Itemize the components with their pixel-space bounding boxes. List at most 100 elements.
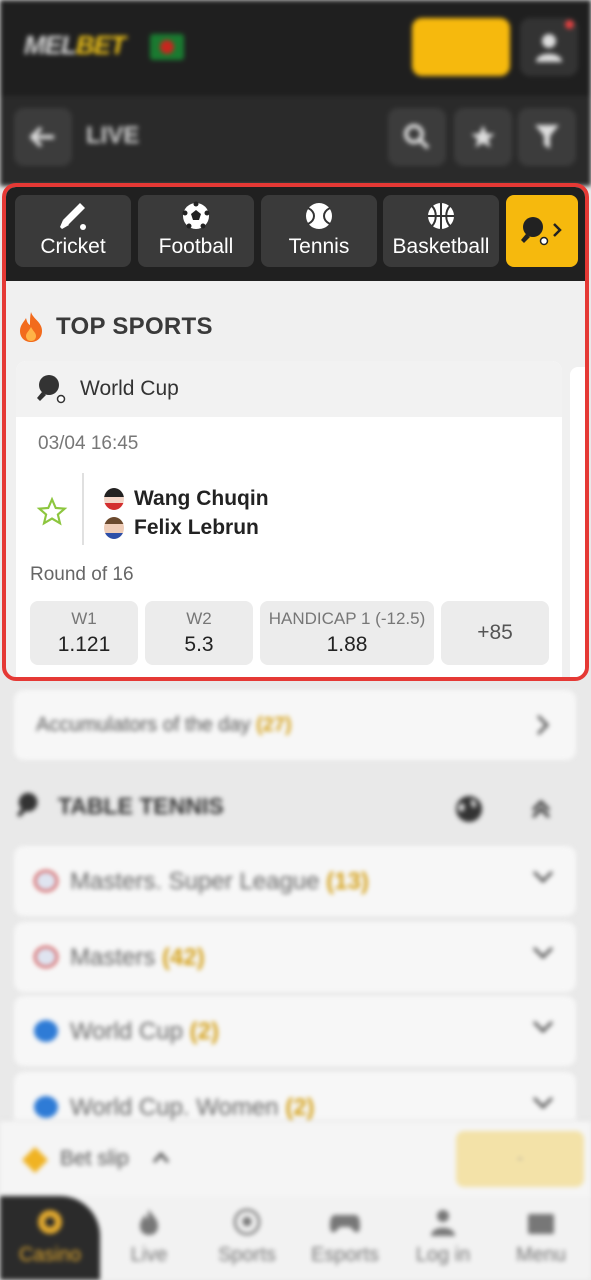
back-button[interactable] <box>14 108 72 166</box>
filter-icon <box>535 125 559 149</box>
nav-casino[interactable]: Casino <box>0 1196 100 1280</box>
nav-label: Menu <box>515 1244 567 1266</box>
bet-slip-label: Bet slip <box>60 1147 129 1170</box>
odd-label: W1 <box>71 609 97 628</box>
chevron-down-icon <box>532 946 554 960</box>
tennis-icon <box>306 203 332 229</box>
top-sports-header: TOP SPORTS <box>18 311 213 343</box>
ticket-icon <box>22 1147 48 1173</box>
next-card-peek[interactable] <box>570 367 585 677</box>
globe-icon[interactable] <box>454 794 484 824</box>
league-row[interactable]: Masters. Super League (13) <box>14 846 576 916</box>
flag-icon <box>34 946 58 968</box>
chevron-down-icon <box>532 1020 554 1034</box>
more-odds-button[interactable]: +85 <box>441 601 549 665</box>
match-datetime: 03/04 16:45 <box>38 433 139 454</box>
registration-button[interactable] <box>412 18 510 76</box>
nav-label: Casino <box>18 1244 82 1266</box>
basketball-icon <box>428 203 454 229</box>
ball-icon <box>233 1208 261 1236</box>
league-name: World Cup (2) <box>70 1018 219 1045</box>
sport-tabs: Cricket Football Tennis Basketball <box>6 187 585 281</box>
cricket-icon <box>60 203 86 230</box>
melbet-logo[interactable]: MELBET <box>24 30 126 61</box>
globe-flag-icon <box>34 1096 58 1118</box>
tab-tennis[interactable]: Tennis <box>261 195 377 267</box>
nav-label: Sports <box>218 1244 276 1266</box>
page-title: LIVE <box>86 122 140 149</box>
odd-value: 1.121 <box>57 633 111 656</box>
nav-menu[interactable]: Menu <box>492 1196 590 1280</box>
arrow-left-icon <box>30 126 54 148</box>
flag-icon <box>34 870 58 892</box>
highlighted-region: Cricket Football Tennis Basketball TOP S… <box>2 183 589 681</box>
accumulators-row[interactable]: Accumulators of the day (27) <box>14 690 576 760</box>
flame-icon <box>20 312 42 342</box>
country-flag-icon[interactable] <box>150 34 184 60</box>
user-account-button[interactable] <box>520 18 578 76</box>
chevron-down-icon <box>532 870 554 884</box>
nav-label: Log in <box>415 1244 471 1266</box>
odd-value: 5.3 <box>184 633 214 656</box>
chevron-up-icon[interactable] <box>152 1151 170 1165</box>
accumulators-label: Accumulators of the day (27) <box>36 714 292 736</box>
gamepad-icon <box>330 1215 360 1233</box>
notification-dot <box>565 20 574 29</box>
nav-live[interactable]: Live <box>100 1196 198 1280</box>
tab-label: Football <box>158 235 234 258</box>
odd-w1-button[interactable]: W1 1.121 <box>30 601 138 665</box>
chevron-right-icon <box>536 714 550 736</box>
search-button[interactable] <box>388 108 446 166</box>
chevron-down-icon <box>532 1096 554 1110</box>
league-name: World Cup. Women (2) <box>70 1094 315 1121</box>
filter-button[interactable] <box>518 108 576 166</box>
player-away: Felix Lebrun <box>104 516 259 540</box>
user-icon <box>431 1210 455 1236</box>
player-name: Wang Chuqin <box>134 487 269 510</box>
tab-cricket[interactable]: Cricket <box>15 195 131 267</box>
flame-icon <box>140 1209 158 1235</box>
bet-slip-count[interactable]: - <box>456 1131 584 1187</box>
table-tennis-header: TABLE TENNIS <box>16 792 224 820</box>
favorite-button[interactable] <box>36 496 68 533</box>
table-tennis-icon <box>521 217 562 246</box>
competition-name: World Cup <box>80 377 179 400</box>
league-row[interactable]: Masters (42) <box>14 922 576 992</box>
nav-sports[interactable]: Sports <box>198 1196 296 1280</box>
odd-w2-button[interactable]: W2 5.3 <box>145 601 253 665</box>
card-header[interactable]: World Cup <box>16 361 562 417</box>
player-home: Wang Chuqin <box>104 487 269 511</box>
app-header: MELBET <box>0 0 591 96</box>
tab-football[interactable]: Football <box>138 195 254 267</box>
odd-label: W2 <box>186 609 212 628</box>
tab-label: Tennis <box>288 235 350 258</box>
user-icon <box>536 34 562 62</box>
tab-basketball[interactable]: Basketball <box>383 195 499 267</box>
football-icon <box>182 201 210 229</box>
nav-esports[interactable]: Esports <box>296 1196 394 1280</box>
favorites-button[interactable] <box>454 108 512 166</box>
match-round: Round of 16 <box>30 564 134 585</box>
table-tennis-icon <box>16 792 38 818</box>
section-title: TOP SPORTS <box>56 313 213 340</box>
league-row[interactable]: World Cup (2) <box>14 996 576 1066</box>
bet-slip-bar[interactable]: Bet slip - <box>0 1120 591 1198</box>
more-odds-count: +85 <box>477 621 513 644</box>
match-card[interactable]: World Cup 03/04 16:45 Wang Chuqin Felix … <box>16 361 562 677</box>
player-avatar <box>104 517 124 539</box>
star-outline-icon <box>36 496 68 526</box>
tab-label: Cricket <box>40 235 106 258</box>
menu-icon <box>528 1214 554 1234</box>
collapse-up-icon[interactable] <box>530 798 552 820</box>
search-icon <box>404 124 430 150</box>
nav-login[interactable]: Log in <box>394 1196 492 1280</box>
odd-label: HANDICAP 1 (-12.5) <box>268 609 426 628</box>
odd-handicap-button[interactable]: HANDICAP 1 (-12.5) 1.88 <box>260 601 434 665</box>
league-name: Masters. Super League (13) <box>70 868 369 895</box>
player-avatar <box>104 488 124 510</box>
league-name: Masters (42) <box>70 944 205 971</box>
tab-label: Basketball <box>392 235 490 258</box>
globe-flag-icon <box>34 1020 58 1042</box>
bottom-navigation: Casino Live Sports Esports Log in Menu <box>0 1196 591 1280</box>
tab-table-tennis-more[interactable] <box>506 195 578 267</box>
